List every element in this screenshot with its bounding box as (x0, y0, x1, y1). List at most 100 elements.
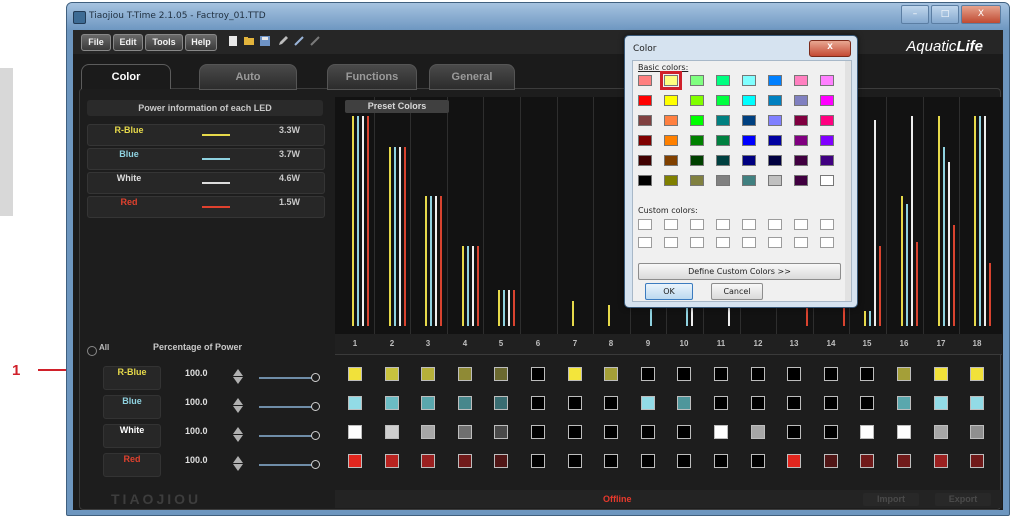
color-cell-4-12[interactable] (751, 454, 765, 468)
color-cell-3-7[interactable] (568, 425, 582, 439)
basic-color-swatch-17[interactable] (638, 115, 652, 126)
dialog-close-button[interactable]: x (809, 40, 851, 57)
basic-color-swatch-3[interactable] (690, 75, 704, 86)
dialog-ok-button[interactable]: OK (645, 283, 693, 300)
tab-general[interactable]: General (429, 64, 515, 90)
color-cell-3-3[interactable] (421, 425, 435, 439)
color-cell-2-1[interactable] (348, 396, 362, 410)
color-cell-4-9[interactable] (641, 454, 655, 468)
color-cell-1-13[interactable] (787, 367, 801, 381)
color-cell-2-10[interactable] (677, 396, 691, 410)
spin-down-icon[interactable] (233, 435, 243, 442)
basic-color-swatch-46[interactable] (768, 175, 782, 186)
color-cell-1-16[interactable] (897, 367, 911, 381)
color-cell-1-2[interactable] (385, 367, 399, 381)
color-cell-2-4[interactable] (458, 396, 472, 410)
color-cell-4-17[interactable] (934, 454, 948, 468)
custom-color-swatch-2[interactable] (664, 219, 678, 230)
basic-color-swatch-45[interactable] (742, 175, 756, 186)
channel-red-value[interactable]: 100.0 (185, 455, 233, 473)
basic-color-swatch-42[interactable] (664, 175, 678, 186)
color-cell-4-11[interactable] (714, 454, 728, 468)
channel-white-value[interactable]: 100.0 (185, 426, 233, 444)
color-cell-4-18[interactable] (970, 454, 984, 468)
color-cell-3-1[interactable] (348, 425, 362, 439)
color-cell-3-9[interactable] (641, 425, 655, 439)
color-cell-3-15[interactable] (860, 425, 874, 439)
basic-color-swatch-36[interactable] (716, 155, 730, 166)
basic-color-swatch-41[interactable] (638, 175, 652, 186)
color-cell-3-11[interactable] (714, 425, 728, 439)
basic-color-swatch-32[interactable] (820, 135, 834, 146)
basic-color-swatch-22[interactable] (768, 115, 782, 126)
basic-color-swatch-11[interactable] (690, 95, 704, 106)
color-cell-3-10[interactable] (677, 425, 691, 439)
color-cell-3-12[interactable] (751, 425, 765, 439)
spin-up-icon[interactable] (233, 427, 243, 434)
color-cell-2-17[interactable] (934, 396, 948, 410)
color-cell-4-6[interactable] (531, 454, 545, 468)
color-cell-4-8[interactable] (604, 454, 618, 468)
maximize-button[interactable]: □ (931, 5, 959, 24)
basic-color-swatch-47[interactable] (794, 175, 808, 186)
slider-handle[interactable] (311, 402, 320, 411)
color-cell-4-3[interactable] (421, 454, 435, 468)
color-cell-2-11[interactable] (714, 396, 728, 410)
color-cell-4-15[interactable] (860, 454, 874, 468)
dialog-scrollbar[interactable] (845, 61, 851, 301)
color-cell-3-17[interactable] (934, 425, 948, 439)
basic-color-swatch-2[interactable] (660, 71, 682, 90)
new-file-icon[interactable] (227, 35, 239, 47)
basic-color-swatch-31[interactable] (794, 135, 808, 146)
basic-color-swatch-9[interactable] (638, 95, 652, 106)
custom-color-swatch-5[interactable] (742, 219, 756, 230)
basic-color-swatch-28[interactable] (716, 135, 730, 146)
basic-color-swatch-25[interactable] (638, 135, 652, 146)
basic-color-swatch-24[interactable] (820, 115, 834, 126)
basic-color-swatch-10[interactable] (664, 95, 678, 106)
color-cell-1-7[interactable] (568, 367, 582, 381)
basic-color-swatch-33[interactable] (638, 155, 652, 166)
basic-color-swatch-8[interactable] (820, 75, 834, 86)
basic-color-swatch-19[interactable] (690, 115, 704, 126)
basic-color-swatch-38[interactable] (768, 155, 782, 166)
basic-color-swatch-43[interactable] (690, 175, 704, 186)
custom-color-swatch-1[interactable] (638, 219, 652, 230)
color-cell-4-10[interactable] (677, 454, 691, 468)
slider-handle[interactable] (311, 373, 320, 382)
custom-color-swatch-13[interactable] (742, 237, 756, 248)
menu-edit[interactable]: Edit (113, 34, 143, 51)
color-cell-2-14[interactable] (824, 396, 838, 410)
export-button[interactable]: Export (935, 493, 991, 506)
custom-color-swatch-6[interactable] (768, 219, 782, 230)
spin-up-icon[interactable] (233, 398, 243, 405)
tool-icon[interactable] (309, 35, 321, 47)
color-cell-2-3[interactable] (421, 396, 435, 410)
color-cell-1-17[interactable] (934, 367, 948, 381)
channel-blue-value[interactable]: 100.0 (185, 397, 233, 415)
channel-slider[interactable] (259, 464, 315, 466)
custom-color-swatch-11[interactable] (690, 237, 704, 248)
spin-up-icon[interactable] (233, 456, 243, 463)
color-cell-3-6[interactable] (531, 425, 545, 439)
basic-color-swatch-14[interactable] (768, 95, 782, 106)
menu-file[interactable]: File (81, 34, 111, 51)
basic-color-swatch-35[interactable] (690, 155, 704, 166)
color-cell-4-1[interactable] (348, 454, 362, 468)
custom-color-swatch-9[interactable] (638, 237, 652, 248)
color-cell-2-15[interactable] (860, 396, 874, 410)
color-cell-1-18[interactable] (970, 367, 984, 381)
color-cell-2-8[interactable] (604, 396, 618, 410)
color-cell-4-5[interactable] (494, 454, 508, 468)
custom-color-swatch-4[interactable] (716, 219, 730, 230)
color-cell-1-9[interactable] (641, 367, 655, 381)
custom-color-swatch-10[interactable] (664, 237, 678, 248)
minimize-button[interactable]: – (901, 5, 929, 24)
color-cell-1-1[interactable] (348, 367, 362, 381)
color-cell-3-2[interactable] (385, 425, 399, 439)
color-cell-2-5[interactable] (494, 396, 508, 410)
basic-color-swatch-48[interactable] (820, 175, 834, 186)
menu-tools[interactable]: Tools (145, 34, 183, 51)
basic-color-swatch-29[interactable] (742, 135, 756, 146)
menu-help[interactable]: Help (185, 34, 217, 51)
